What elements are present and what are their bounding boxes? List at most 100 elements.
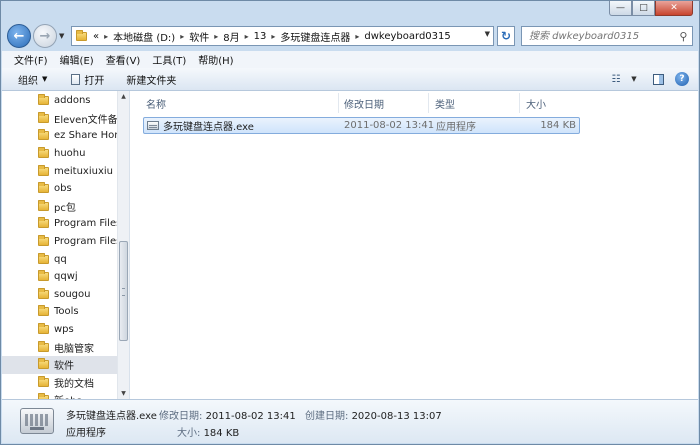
folder-icon: [38, 287, 49, 299]
explorer-window: — □ ✕ ← → ▼ « ▸ 本地磁盘 (D:) ▸ 软件 ▸ 8月 ▸ 13…: [0, 0, 700, 445]
nav-tree-item[interactable]: qqwj: [2, 268, 117, 286]
organize-button[interactable]: 组织 ▼: [18, 72, 47, 87]
menu-tools[interactable]: 工具(T): [152, 52, 186, 67]
help-icon: ?: [675, 72, 689, 86]
address-bar[interactable]: « ▸ 本地磁盘 (D:) ▸ 软件 ▸ 8月 ▸ 13 ▸ 多玩键盘连点器 ▸…: [71, 26, 494, 46]
column-divider[interactable]: [519, 93, 520, 113]
open-button[interactable]: 打开: [71, 72, 104, 87]
refresh-button[interactable]: ↻: [497, 26, 515, 46]
folder-icon: [76, 29, 87, 41]
recent-pages-dropdown[interactable]: ▼: [59, 32, 67, 40]
content-area: addons Eleven文件备份 ez Share Hom huohu meituxi…: [2, 91, 698, 399]
nav-tree-item-label: ez Share Hom: [54, 130, 117, 142]
details-modified-value: 2011-08-02 13:41: [205, 411, 296, 422]
column-header-name[interactable]: 名称: [146, 93, 166, 113]
details-created: 创建日期: 2020-08-13 13:07: [305, 407, 442, 422]
nav-tree-item[interactable]: huohu: [2, 145, 117, 163]
breadcrumb-overflow[interactable]: «: [93, 31, 99, 42]
nav-tree-item[interactable]: 我的文档: [2, 374, 117, 392]
nav-tree-item-label: Program Files: [54, 236, 117, 248]
folder-icon: [38, 340, 49, 352]
navigation-buttons: ← → ▼: [7, 24, 67, 48]
search-icon[interactable]: ⚲: [679, 30, 692, 43]
column-divider[interactable]: [338, 93, 339, 113]
nav-tree-item[interactable]: ez Share Hom: [2, 127, 117, 145]
file-list: 名称 修改日期 类型 大小 多玩键盘连点器.exe 2011-08-02 13:…: [130, 91, 698, 399]
open-label: 打开: [84, 75, 105, 87]
maximize-button[interactable]: □: [632, 1, 655, 16]
breadcrumb-software[interactable]: 软件: [189, 29, 209, 44]
breadcrumb-separator-icon[interactable]: ▸: [180, 32, 184, 41]
file-row[interactable]: 多玩键盘连点器.exe 2011-08-02 13:41 应用程序 184 KB: [143, 117, 580, 134]
view-options-dropdown[interactable]: ▼: [626, 71, 642, 87]
scrollbar-thumb[interactable]: [119, 241, 128, 341]
command-bar: 组织 ▼ 打开 新建文件夹 ☷ ▼ ?: [2, 68, 698, 91]
nav-tree-item[interactable]: Program Files: [2, 215, 117, 233]
column-header-type[interactable]: 类型: [435, 93, 455, 113]
back-button[interactable]: ←: [7, 24, 31, 48]
help-button[interactable]: ?: [674, 71, 690, 87]
nav-tree-item-label: 我的文档: [54, 378, 94, 390]
search-input[interactable]: [527, 29, 680, 43]
breadcrumb-separator-icon[interactable]: ▸: [214, 32, 218, 41]
nav-tree-item-label: meituxiuxiu: [54, 165, 113, 177]
breadcrumb-separator-icon[interactable]: ▸: [104, 32, 108, 41]
navigation-pane: addons Eleven文件备份 ez Share Hom huohu meituxi…: [2, 91, 130, 399]
nav-tree-item[interactable]: obs: [2, 180, 117, 198]
breadcrumb-current-folder[interactable]: dwkeyboard0315: [364, 31, 450, 42]
minimize-button[interactable]: —: [609, 1, 632, 16]
breadcrumb: « ▸ 本地磁盘 (D:) ▸ 软件 ▸ 8月 ▸ 13 ▸ 多玩键盘连点器 ▸…: [93, 29, 451, 44]
menu-edit[interactable]: 编辑(E): [60, 52, 94, 67]
folder-tree: addons Eleven文件备份 ez Share Hom huohu meituxi…: [2, 92, 117, 399]
details-created-label: 创建日期:: [305, 411, 349, 422]
menu-help[interactable]: 帮助(H): [198, 52, 233, 67]
nav-tree-item-label: wps: [54, 324, 74, 336]
nav-tree-item[interactable]: wps: [2, 321, 117, 339]
change-view-button[interactable]: ☷: [608, 71, 624, 87]
breadcrumb-separator-icon[interactable]: ▸: [355, 32, 359, 41]
nav-tree-item[interactable]: 软件: [2, 355, 117, 374]
details-pane: 多玩键盘连点器.exe 修改日期: 2011-08-02 13:41 创建日期:…: [2, 399, 698, 443]
file-name-cell: 多玩键盘连点器.exe: [147, 118, 254, 133]
breadcrumb-keyboard-clicker[interactable]: 多玩键盘连点器: [280, 29, 350, 44]
column-header-modified[interactable]: 修改日期: [344, 93, 384, 113]
folder-icon: [38, 235, 49, 247]
breadcrumb-separator-icon[interactable]: ▸: [271, 32, 275, 41]
chevron-down-icon: ▼: [42, 75, 48, 83]
nav-tree-item[interactable]: 新obs: [2, 391, 117, 399]
organize-label: 组织: [18, 75, 38, 87]
menu-file[interactable]: 文件(F): [14, 52, 48, 67]
nav-tree-item[interactable]: addons: [2, 92, 117, 110]
breadcrumb-13[interactable]: 13: [254, 31, 267, 42]
menu-view[interactable]: 查看(V): [106, 52, 141, 67]
nav-tree-item[interactable]: 电脑管家: [2, 338, 117, 356]
nav-tree-item[interactable]: meituxiuxiu: [2, 162, 117, 180]
nav-tree-item[interactable]: Eleven文件备份: [2, 110, 117, 128]
folder-icon: [38, 129, 49, 141]
nav-tree-item[interactable]: pc包: [2, 198, 117, 216]
search-box[interactable]: ⚲: [521, 26, 693, 46]
folder-icon: [38, 164, 49, 176]
keyboard-icon: [20, 408, 54, 434]
scroll-up-arrow-icon[interactable]: ▲: [118, 91, 129, 102]
new-folder-button[interactable]: 新建文件夹: [126, 72, 176, 87]
preview-pane-icon: [652, 73, 664, 85]
column-header-size[interactable]: 大小: [526, 93, 546, 113]
nav-tree-item-label: Eleven文件备份: [54, 114, 117, 126]
scroll-down-arrow-icon[interactable]: ▼: [118, 388, 129, 399]
nav-tree-item[interactable]: Tools: [2, 303, 117, 321]
address-row: ← → ▼ « ▸ 本地磁盘 (D:) ▸ 软件 ▸ 8月 ▸ 13 ▸ 多玩键…: [7, 23, 693, 49]
forward-button[interactable]: →: [33, 24, 57, 48]
navigation-scrollbar[interactable]: ▲ ▼: [117, 91, 129, 399]
address-history-dropdown[interactable]: ▼: [485, 30, 490, 38]
nav-tree-item[interactable]: Program Files: [2, 233, 117, 251]
nav-tree-item[interactable]: sougou: [2, 286, 117, 304]
close-button[interactable]: ✕: [655, 1, 693, 16]
menu-bar: 文件(F) 编辑(E) 查看(V) 工具(T) 帮助(H): [2, 51, 698, 69]
breadcrumb-august[interactable]: 8月: [223, 29, 239, 44]
breadcrumb-separator-icon[interactable]: ▸: [245, 32, 249, 41]
preview-pane-button[interactable]: [650, 71, 666, 87]
column-divider[interactable]: [428, 93, 429, 113]
breadcrumb-drive[interactable]: 本地磁盘 (D:): [113, 29, 175, 44]
nav-tree-item[interactable]: qq: [2, 250, 117, 268]
